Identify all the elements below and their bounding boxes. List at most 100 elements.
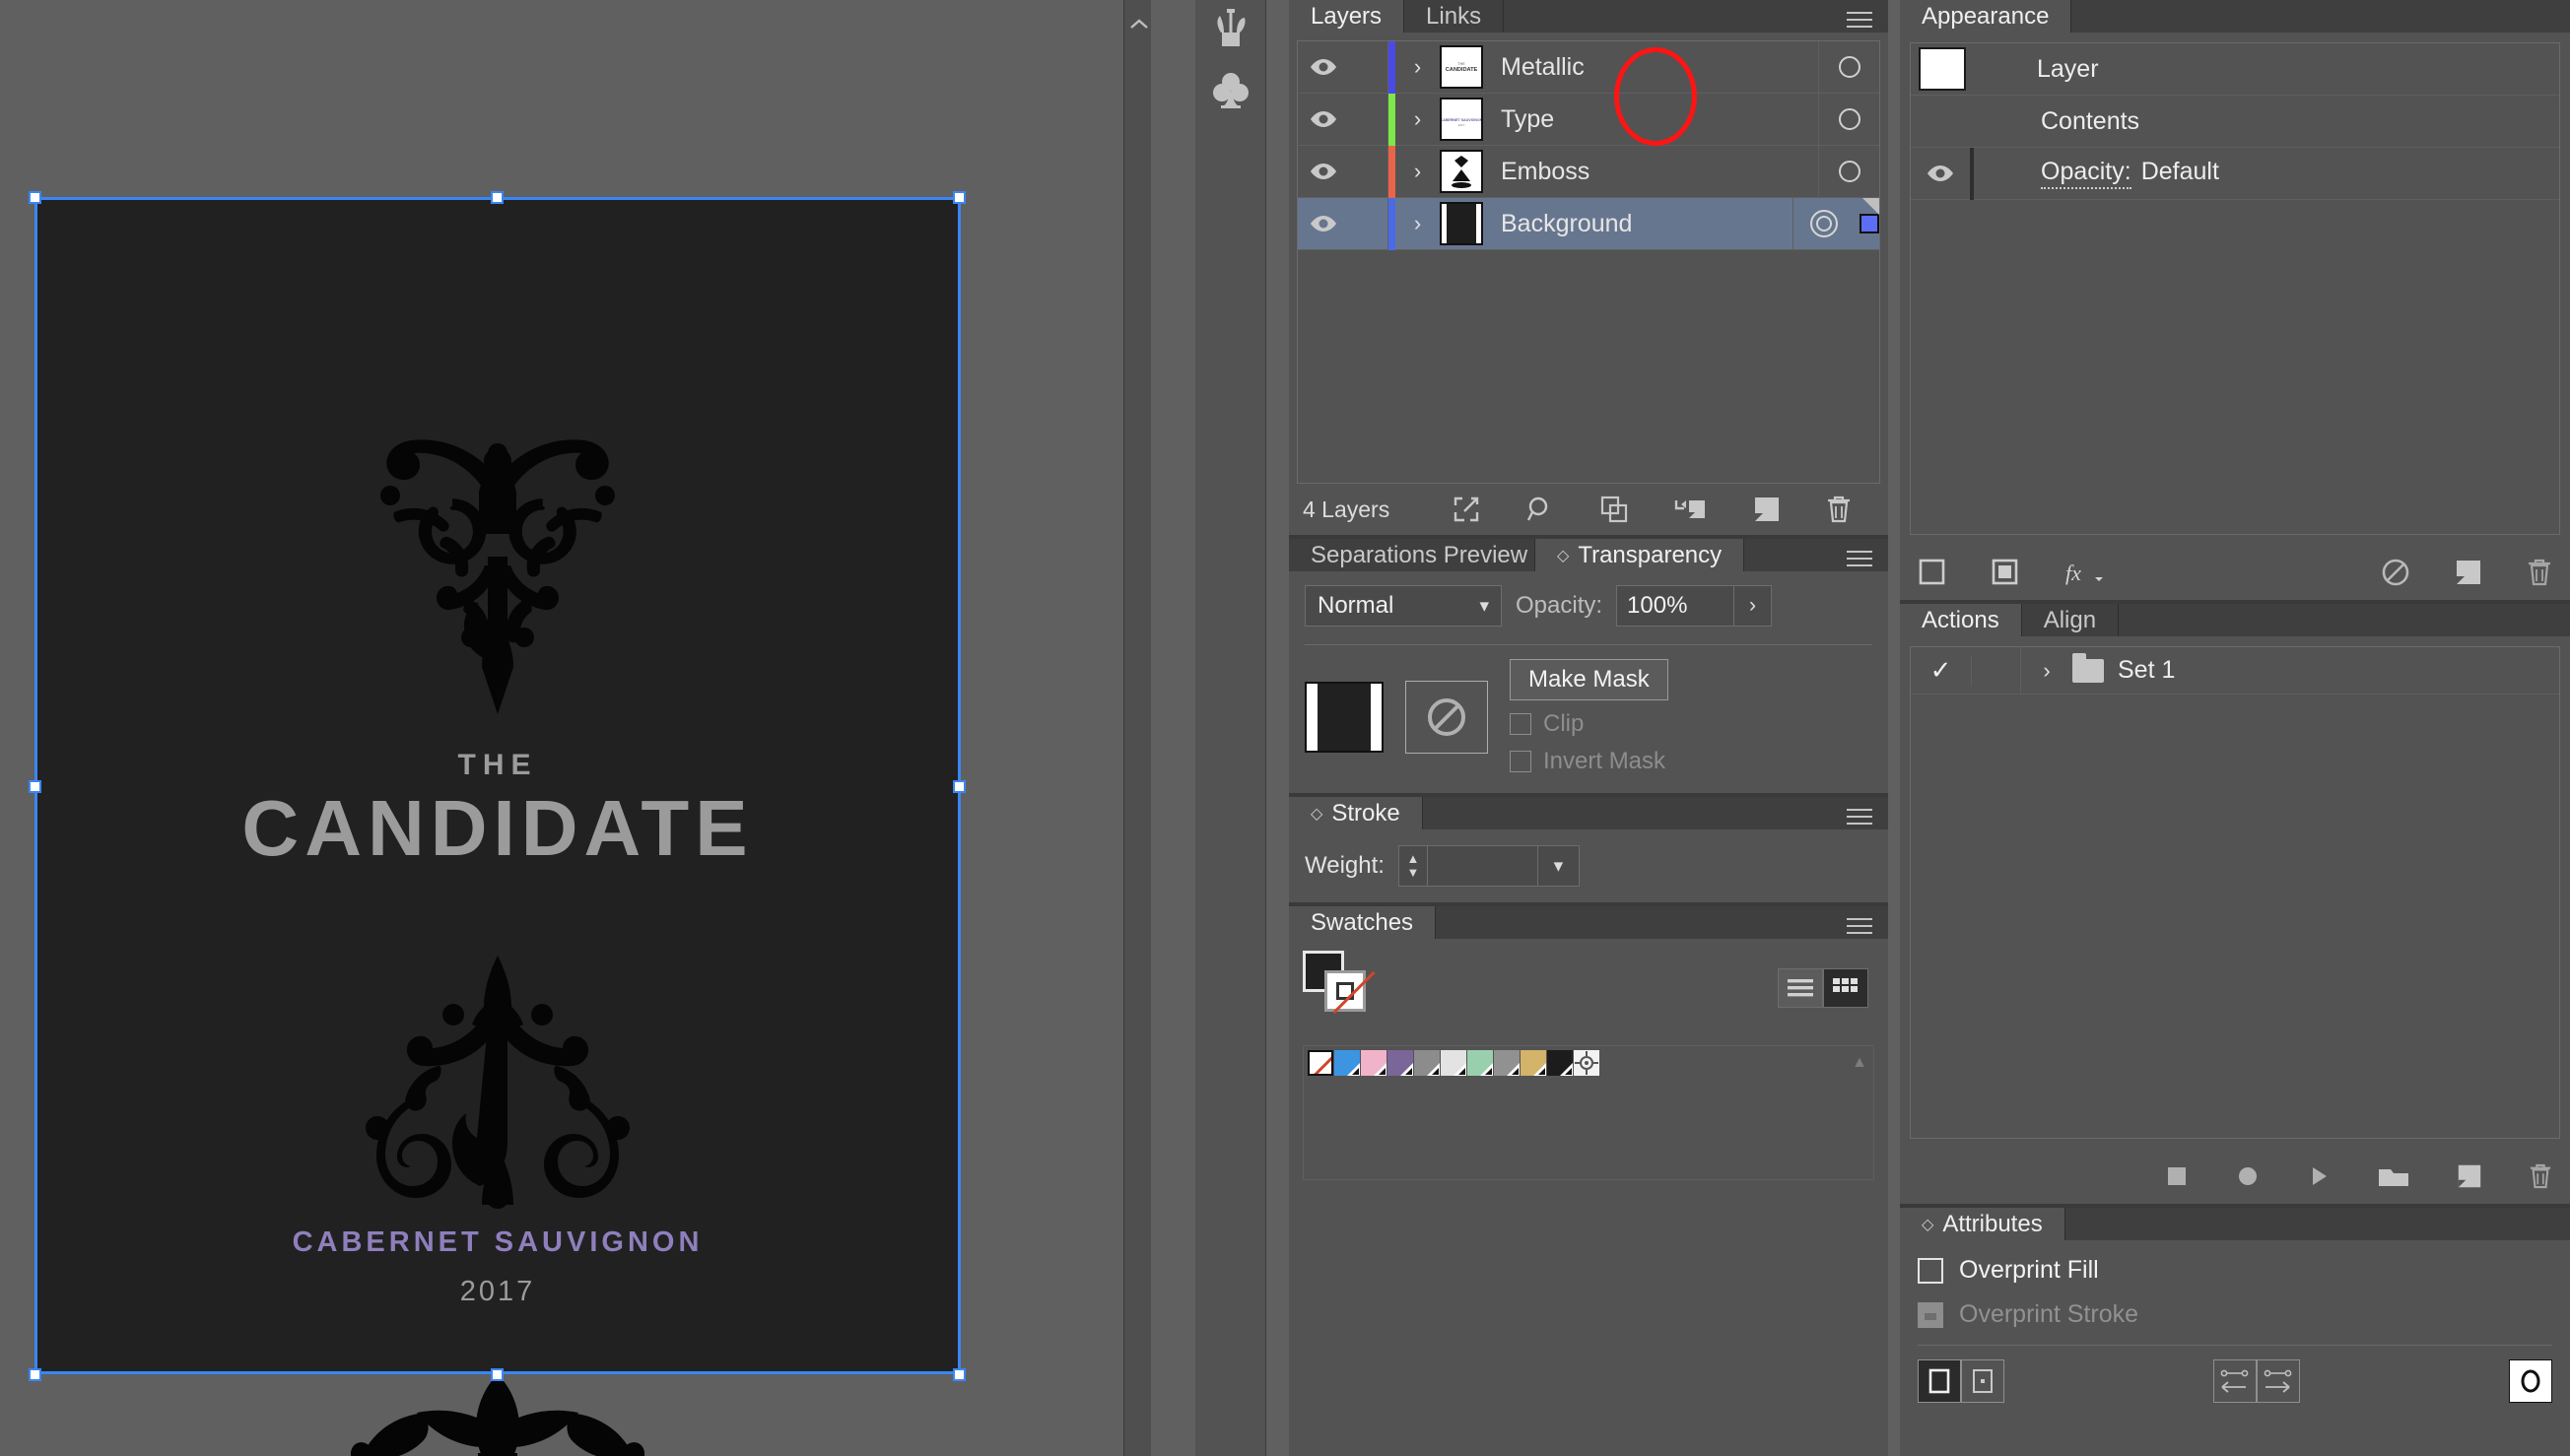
swatch-gray-50[interactable] [1494,1050,1520,1076]
opacity-input[interactable]: 100% [1616,585,1735,627]
show-center-icon[interactable] [1918,1359,1961,1403]
duplicate-item-icon[interactable] [2454,558,2483,587]
action-dialog-toggle[interactable] [1972,646,2021,695]
selection-handle-bc[interactable] [491,1368,504,1381]
appearance-opacity-label[interactable]: Opacity: [2041,158,2131,189]
tab-links[interactable]: Links [1404,0,1505,33]
stop-icon[interactable] [2164,1163,2190,1189]
layer-lock-toggle[interactable] [1349,145,1388,198]
layer-visibility-toggle[interactable] [1298,58,1349,76]
clear-appearance-icon[interactable] [2381,558,2410,587]
new-action-icon[interactable] [2456,1162,2483,1190]
tab-transparency[interactable]: ◇ Transparency [1535,539,1745,571]
selection-handle-ml[interactable] [29,780,41,793]
layer-expand-arrow[interactable]: › [1395,211,1440,236]
layer-target-indicator[interactable] [1818,93,1879,146]
appearance-row-layer[interactable]: Layer [1911,43,2559,96]
swatches-grid[interactable]: ▲ [1303,1045,1874,1180]
grid-view-icon[interactable] [1823,968,1868,1008]
swatch-black[interactable] [1547,1050,1573,1076]
canvas-area[interactable]: THE CANDIDATE CABERNET SAUVIGNON 2017 [0,0,1151,1456]
swatch-gold[interactable] [1521,1050,1546,1076]
layer-target-indicator[interactable] [1792,197,1854,250]
overprint-fill-row[interactable]: Overprint Fill [1918,1256,2552,1285]
appearance-layer-swatch[interactable] [1919,47,1966,91]
transparency-art-thumbnail[interactable] [1305,682,1384,753]
swatches-panel-menu-icon[interactable] [1847,913,1872,939]
layer-lock-toggle[interactable] [1349,197,1388,250]
play-icon[interactable] [2306,1163,2332,1189]
layer-visibility-toggle[interactable] [1298,110,1349,128]
add-new-stroke-icon[interactable] [1918,558,1947,587]
layer-row-metallic[interactable]: › THE CANDIDATE Metallic [1298,40,1879,94]
artboard-artwork[interactable]: THE CANDIDATE CABERNET SAUVIGNON 2017 [29,191,966,1456]
record-icon[interactable] [2235,1163,2261,1189]
appearance-list[interactable]: Layer Contents Opacity: Default [1910,42,2560,535]
new-set-folder-icon[interactable] [2377,1163,2410,1189]
swatch-pink[interactable] [1361,1050,1386,1076]
opacity-expand-button[interactable]: › [1734,585,1773,627]
stroke-panel-menu-icon[interactable] [1847,804,1872,829]
layer-name[interactable]: Background [1483,210,1792,238]
canvas-vertical-scrollbar[interactable] [1123,0,1151,1456]
action-expand-arrow[interactable]: › [2021,658,2072,684]
layers-panel-menu-icon[interactable] [1847,7,1872,33]
selection-handle-br[interactable] [953,1368,966,1381]
tab-separations-preview[interactable]: Separations Preview [1289,539,1535,571]
selection-handle-tr[interactable] [953,191,966,204]
tab-layers[interactable]: Layers [1289,0,1405,33]
layers-list[interactable]: › THE CANDIDATE Metallic › CABERNET SAUV… [1297,40,1880,484]
list-view-icon[interactable] [1778,968,1823,1008]
delete-layer-icon[interactable] [1826,495,1852,524]
tab-align[interactable]: Align [2021,604,2120,636]
stroke-weight-stepper[interactable]: ▲ ▼ [1397,845,1428,887]
release-icon[interactable] [1674,495,1708,524]
image-map-icon[interactable] [2509,1359,2552,1403]
layer-expand-arrow[interactable]: › [1395,159,1440,184]
locate-object-icon[interactable] [1452,495,1481,524]
new-layer-icon[interactable] [1752,495,1782,524]
swatch-none[interactable] [1308,1050,1333,1076]
clip-checkbox-row[interactable]: Clip [1510,710,1668,738]
layer-name[interactable]: Emboss [1483,158,1818,186]
swatches-scroll-up-icon[interactable]: ▲ [1852,1054,1867,1072]
swatches-view-toggle[interactable] [1778,968,1868,1008]
swatch-light-gray[interactable] [1441,1050,1466,1076]
swatch-purple[interactable] [1387,1050,1413,1076]
brushes-panel-button[interactable] [1195,0,1266,61]
chevron-up-icon[interactable] [1129,18,1149,32]
selection-handle-tc[interactable] [491,191,504,204]
layer-visibility-toggle[interactable] [1298,163,1349,180]
clip-checkbox[interactable] [1510,713,1531,735]
layer-target-indicator[interactable] [1818,40,1879,94]
tab-attributes[interactable]: ◇ Attributes [1900,1208,2065,1240]
tab-stroke[interactable]: ◇ Stroke [1289,797,1423,829]
selection-handle-mr[interactable] [953,780,966,793]
make-mask-button[interactable]: Make Mask [1510,659,1668,700]
layer-row-background[interactable]: › Background [1298,197,1879,250]
swatch-blue[interactable] [1334,1050,1360,1076]
tab-appearance[interactable]: Appearance [1900,0,2072,33]
layer-visibility-toggle[interactable] [1298,215,1349,232]
find-icon[interactable] [1525,495,1555,524]
selection-handle-tl[interactable] [29,191,41,204]
tab-actions[interactable]: Actions [1900,604,2022,636]
stroke-swatch[interactable] [1324,970,1376,1015]
blend-mode-select[interactable]: Normal ▾ [1305,585,1502,627]
stroke-weight-dropdown[interactable]: ▾ [1537,845,1580,887]
invert-mask-checkbox-row[interactable]: Invert Mask [1510,748,1668,775]
appearance-row-opacity[interactable]: Opacity: Default [1911,147,2559,200]
selection-handle-bl[interactable] [29,1368,41,1381]
appearance-row-contents[interactable]: Contents [1911,96,2559,148]
action-set-name[interactable]: Set 1 [2104,656,2175,685]
symbols-panel-button[interactable] [1195,61,1266,122]
action-set-row[interactable]: ✓ › Set 1 [1911,646,2559,695]
invert-mask-checkbox[interactable] [1510,751,1531,772]
reverse-path-on-icon[interactable] [2257,1359,2300,1403]
transparency-panel-menu-icon[interactable] [1847,546,1872,571]
layer-lock-toggle[interactable] [1349,93,1388,146]
appearance-visibility-toggle[interactable] [1911,165,1970,182]
hide-center-icon[interactable] [1961,1359,2004,1403]
transparency-mask-thumbnail[interactable] [1405,681,1488,754]
delete-action-icon[interactable] [2529,1162,2552,1190]
